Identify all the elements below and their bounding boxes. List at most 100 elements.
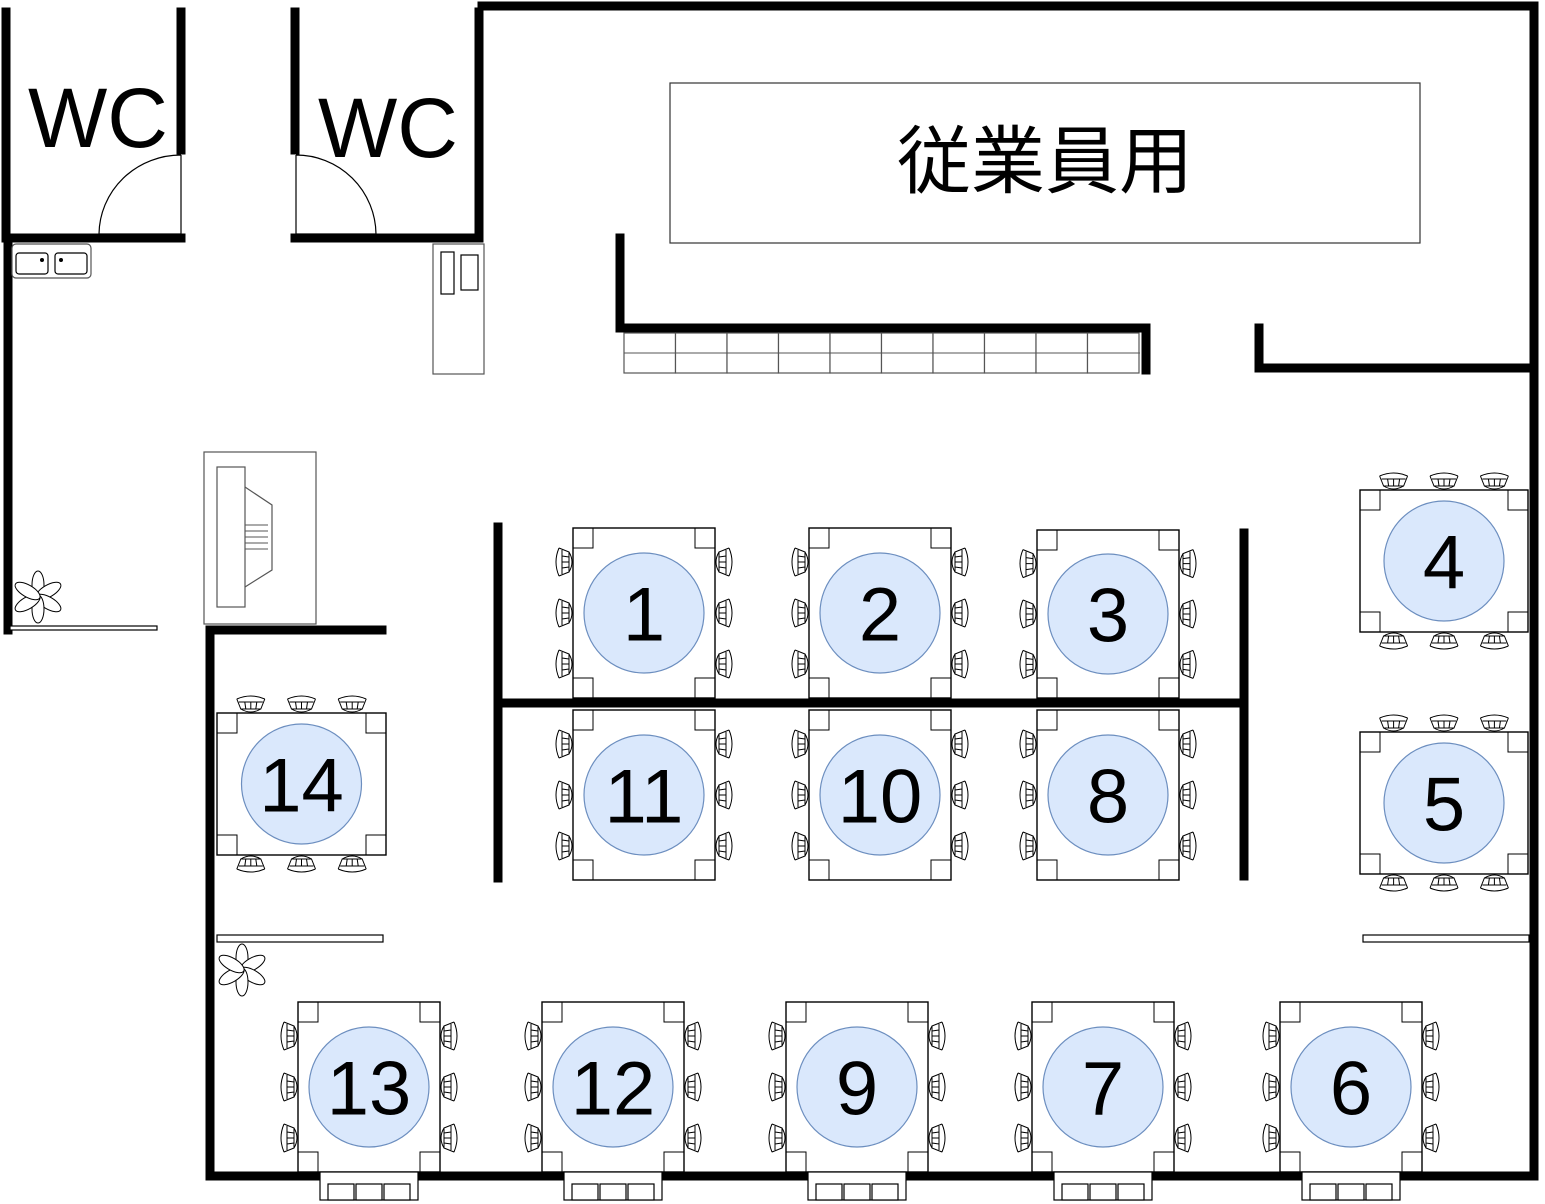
chair-icon	[1379, 874, 1409, 892]
counter	[623, 332, 1140, 374]
chair-icon	[1262, 1123, 1280, 1153]
table-2[interactable]: 2	[791, 527, 969, 699]
chair-icon	[1262, 1021, 1280, 1051]
chair-icon	[280, 1021, 298, 1051]
table-3[interactable]: 3	[1019, 529, 1197, 699]
wc-right-label: WC	[318, 81, 458, 175]
table-10[interactable]: 10	[791, 709, 969, 881]
chair-icon	[1014, 1021, 1032, 1051]
chair-icon	[791, 780, 809, 810]
chair-icon	[951, 729, 969, 759]
chair-icon	[715, 780, 733, 810]
chair-icon	[440, 1072, 458, 1102]
plant-icon	[218, 943, 266, 997]
chair-icon	[1422, 1021, 1440, 1051]
chair-icon	[555, 649, 573, 679]
chair-icon	[791, 729, 809, 759]
chair-icon	[1379, 472, 1409, 490]
chair-icon	[684, 1021, 702, 1051]
chair-icon	[715, 547, 733, 577]
chair-icon	[1174, 1072, 1192, 1102]
table-14[interactable]: 14	[216, 695, 387, 873]
chair-icon	[1014, 1123, 1032, 1153]
chair-icon	[768, 1021, 786, 1051]
chair-icon	[951, 780, 969, 810]
window	[1301, 1171, 1401, 1201]
table-12[interactable]: 12	[524, 1001, 702, 1173]
chair-icon	[440, 1123, 458, 1153]
chair-icon	[287, 695, 316, 713]
chair-icon	[555, 547, 573, 577]
chair-icon	[1174, 1123, 1192, 1153]
chair-icon	[1479, 632, 1509, 650]
table-6[interactable]: 6	[1262, 1001, 1440, 1173]
table-number: 4	[1423, 521, 1465, 606]
chair-icon	[236, 695, 266, 713]
register-icon	[203, 451, 317, 625]
window	[319, 1171, 419, 1201]
chair-icon	[1479, 714, 1509, 732]
table-7[interactable]: 7	[1014, 1001, 1192, 1173]
floor-plan: WC WC 従業員用 1 2 34567891011121314	[1, 1, 1539, 1201]
table-4[interactable]: 4	[1359, 472, 1529, 650]
chair-icon	[951, 598, 969, 628]
window	[1053, 1171, 1153, 1201]
chair-icon	[1379, 714, 1409, 732]
wc-right[interactable]: WC	[318, 81, 458, 175]
chair-icon	[555, 780, 573, 810]
chair-icon	[1019, 599, 1037, 629]
chair-icon	[1174, 1021, 1192, 1051]
chair-icon	[1019, 549, 1037, 579]
chair-icon	[236, 855, 266, 873]
table-number: 13	[327, 1047, 412, 1132]
chair-icon	[524, 1072, 542, 1102]
chair-icon	[1479, 874, 1509, 892]
chair-icon	[715, 729, 733, 759]
wc-left-label: WC	[28, 71, 168, 165]
table-number: 12	[571, 1047, 656, 1132]
chair-icon	[1429, 472, 1459, 490]
chair-icon	[1479, 472, 1509, 490]
chair-icon	[1179, 729, 1197, 759]
chair-icon	[791, 598, 809, 628]
chair-icon	[555, 598, 573, 628]
chair-icon	[1179, 549, 1197, 579]
chair-icon	[1262, 1072, 1280, 1102]
chair-icon	[715, 649, 733, 679]
chair-icon	[1179, 780, 1197, 810]
chair-icon	[1422, 1072, 1440, 1102]
chair-icon	[1429, 632, 1459, 650]
chair-icon	[684, 1123, 702, 1153]
chair-icon	[715, 598, 733, 628]
table-number: 6	[1330, 1047, 1372, 1132]
chair-icon	[1179, 599, 1197, 629]
staff-area[interactable]: 従業員用	[669, 82, 1421, 244]
chair-icon	[951, 649, 969, 679]
window	[807, 1171, 907, 1201]
chair-icon	[555, 831, 573, 861]
table-13[interactable]: 13	[280, 1001, 458, 1173]
plant-icon	[14, 570, 62, 624]
table-8[interactable]: 8	[1019, 709, 1197, 881]
wc-left[interactable]: WC	[28, 71, 168, 165]
chair-icon	[524, 1021, 542, 1051]
chair-icon	[1429, 874, 1459, 892]
table-9[interactable]: 9	[768, 1001, 946, 1173]
chair-icon	[1019, 729, 1037, 759]
table-11[interactable]: 11	[555, 709, 733, 881]
window	[563, 1171, 663, 1201]
table-5[interactable]: 5	[1359, 714, 1529, 892]
table-number: 5	[1423, 763, 1465, 848]
chair-icon	[1422, 1123, 1440, 1153]
chair-icon	[1379, 632, 1409, 650]
chair-icon	[791, 547, 809, 577]
chair-icon	[951, 831, 969, 861]
chair-icon	[1019, 780, 1037, 810]
chair-icon	[715, 831, 733, 861]
chair-icon	[287, 855, 316, 873]
table-1[interactable]: 1	[555, 527, 733, 699]
table-number: 3	[1087, 574, 1129, 659]
table-number: 1	[623, 573, 665, 658]
table-number: 9	[836, 1047, 878, 1132]
chair-icon	[280, 1123, 298, 1153]
